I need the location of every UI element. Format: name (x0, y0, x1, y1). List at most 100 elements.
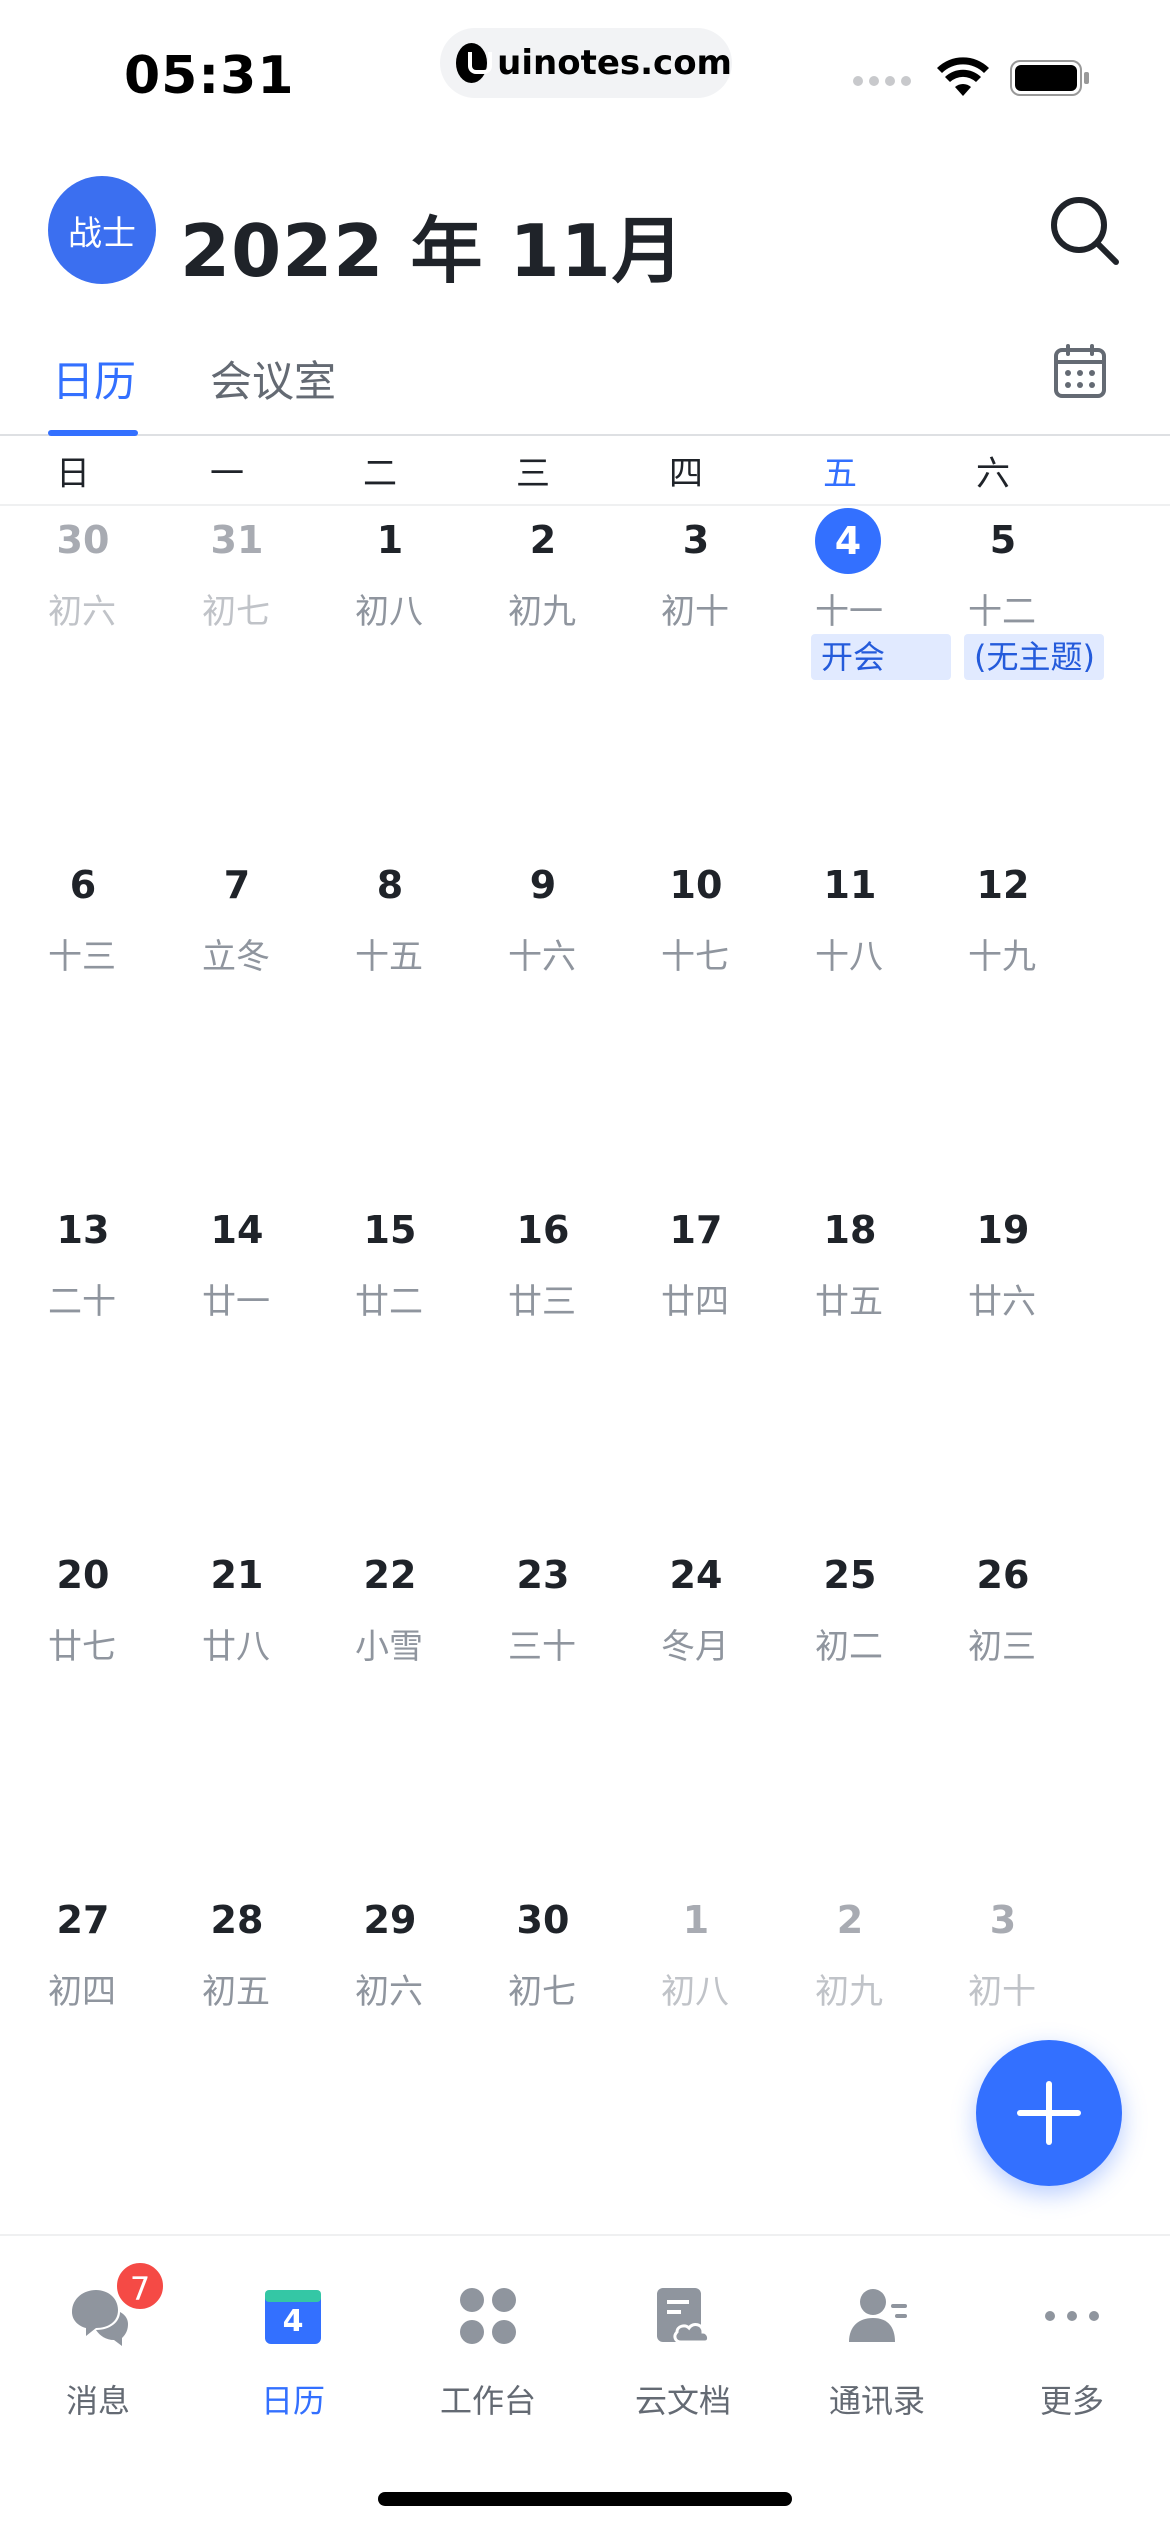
lunar-date: 冬月 (661, 1627, 729, 1667)
lunar-date: 十七 (661, 937, 729, 977)
day-cell[interactable]: 1 初八 (355, 508, 508, 853)
battery-icon (1010, 60, 1089, 96)
day-cell[interactable]: 30 初六 (48, 508, 201, 853)
weekday-label: 六 (976, 454, 1010, 494)
unread-badge: 7 (114, 2260, 166, 2312)
day-cell[interactable]: 13 二十 (48, 1198, 201, 1543)
lunar-date: 十一 (815, 592, 883, 632)
day-cell[interactable]: 9 十六 (508, 853, 661, 1198)
lunar-date: 廿三 (508, 1282, 576, 1322)
day-cell[interactable]: 6 十三 (48, 853, 201, 1198)
day-number: 17 (669, 1208, 723, 1252)
day-cell[interactable]: 30 初七 (508, 1888, 661, 2233)
lunar-date: 初十 (661, 592, 729, 632)
day-cell[interactable]: 11 十八 (815, 853, 968, 1198)
day-cell[interactable]: 12 十九 (968, 853, 1121, 1198)
lunar-date: 廿七 (48, 1627, 116, 1667)
day-cell[interactable]: 21 廿八 (202, 1543, 355, 1888)
day-cell[interactable]: 20 廿七 (48, 1543, 201, 1888)
day-cell[interactable]: 18 廿五 (815, 1198, 968, 1543)
day-cell[interactable]: 15 廿二 (355, 1198, 508, 1543)
day-cell[interactable]: 29 初六 (355, 1888, 508, 2233)
calendar-icon-date: 4 (282, 2304, 304, 2339)
day-cell[interactable]: 1 初八 (661, 1888, 814, 2233)
home-indicator (378, 2492, 792, 2506)
apps-grid-icon (456, 2284, 520, 2348)
day-cell-today[interactable]: 4 十一 开会 (811, 508, 968, 853)
lunar-date: 十五 (355, 937, 423, 977)
nav-label: 通讯录 (828, 2382, 925, 2420)
calendar-view-icon[interactable] (1052, 344, 1108, 400)
lunar-date: 十六 (508, 937, 576, 977)
weekday-header: 日一二三四五六 (0, 438, 1170, 506)
weekday-label: 一 (210, 454, 244, 494)
active-tab-indicator (48, 430, 138, 436)
lunar-date: 廿四 (661, 1282, 729, 1322)
day-cell[interactable]: 3 初十 (661, 508, 814, 853)
day-number: 14 (210, 1208, 264, 1252)
nav-label: 云文档 (634, 2382, 731, 2420)
lunar-date: 初十 (968, 1972, 1036, 2012)
day-cell[interactable]: 16 廿三 (508, 1198, 661, 1543)
day-cell[interactable]: 8 十五 (355, 853, 508, 1198)
event-chip[interactable]: (无主题) (964, 634, 1104, 680)
url-text: uinotes.com (497, 43, 732, 83)
day-cell[interactable]: 7 立冬 (202, 853, 355, 1198)
lunar-date: 廿八 (202, 1627, 270, 1667)
day-cell[interactable]: 17 廿四 (661, 1198, 814, 1543)
lunar-date: 十九 (968, 937, 1036, 977)
day-cell[interactable]: 28 初五 (202, 1888, 355, 2233)
nav-label: 更多 (1039, 2382, 1104, 2420)
site-logo-icon (456, 43, 493, 83)
day-cell[interactable]: 2 初九 (508, 508, 661, 853)
page-title[interactable]: 2022 年 11月 (180, 192, 685, 297)
day-number: 22 (363, 1553, 417, 1597)
day-cell[interactable]: 31 初七 (202, 508, 355, 853)
day-cell[interactable]: 23 三十 (508, 1543, 661, 1888)
lunar-date: 初六 (355, 1972, 423, 2012)
nav-item-0[interactable]: 7 消息 (18, 2260, 178, 2434)
tab-meeting-room[interactable]: 会议室 (210, 348, 336, 409)
day-cell[interactable]: 14 廿一 (202, 1198, 355, 1543)
nav-item-2[interactable]: 工作台 (408, 2284, 568, 2434)
lunar-date: 立冬 (202, 937, 270, 977)
day-cell[interactable]: 2 初九 (815, 1888, 968, 2233)
lunar-date: 十八 (815, 937, 883, 977)
event-chip[interactable]: 开会 (811, 634, 951, 680)
day-number: 25 (823, 1553, 877, 1597)
tab-calendar[interactable]: 日历 (52, 348, 136, 409)
day-number: 15 (363, 1208, 417, 1252)
day-number: 5 (989, 518, 1017, 562)
avatar[interactable]: 战士 (48, 176, 156, 284)
day-cell[interactable]: 25 初二 (815, 1543, 968, 1888)
nav-item-4[interactable]: 通讯录 (797, 2284, 957, 2434)
day-cell[interactable]: 27 初四 (48, 1888, 201, 2233)
url-pill[interactable]: uinotes.com (440, 28, 732, 98)
day-number: 21 (210, 1553, 264, 1597)
day-number: 12 (976, 863, 1030, 907)
lunar-date: 廿五 (815, 1282, 883, 1322)
day-number: 29 (363, 1898, 417, 1942)
nav-item-1[interactable]: 4 日历 (213, 2284, 373, 2434)
day-cell[interactable]: 10 十七 (661, 853, 814, 1198)
day-number: 27 (56, 1898, 110, 1942)
day-cell[interactable]: 22 小雪 (355, 1543, 508, 1888)
search-icon[interactable] (1046, 192, 1122, 268)
lunar-date: 初九 (815, 1972, 883, 2012)
cellular-signal-icon (853, 76, 911, 86)
lunar-date: 初四 (48, 1972, 116, 2012)
nav-item-3[interactable]: 云文档 (603, 2284, 763, 2434)
day-number: 2 (529, 518, 557, 562)
day-cell[interactable]: 24 冬月 (661, 1543, 814, 1888)
day-cell[interactable]: 5 十二 (无主题) (964, 508, 1121, 853)
day-cell[interactable]: 26 初三 (968, 1543, 1121, 1888)
nav-label: 消息 (65, 2382, 130, 2420)
day-cell[interactable]: 19 廿六 (968, 1198, 1121, 1543)
day-number: 30 (56, 518, 110, 562)
lunar-date: 初七 (508, 1972, 576, 2012)
add-event-button[interactable] (976, 2040, 1122, 2186)
lunar-date: 初九 (508, 592, 576, 632)
day-number: 3 (989, 1898, 1017, 1942)
weekday-label: 四 (669, 454, 703, 494)
nav-item-5[interactable]: 更多 (992, 2284, 1152, 2434)
